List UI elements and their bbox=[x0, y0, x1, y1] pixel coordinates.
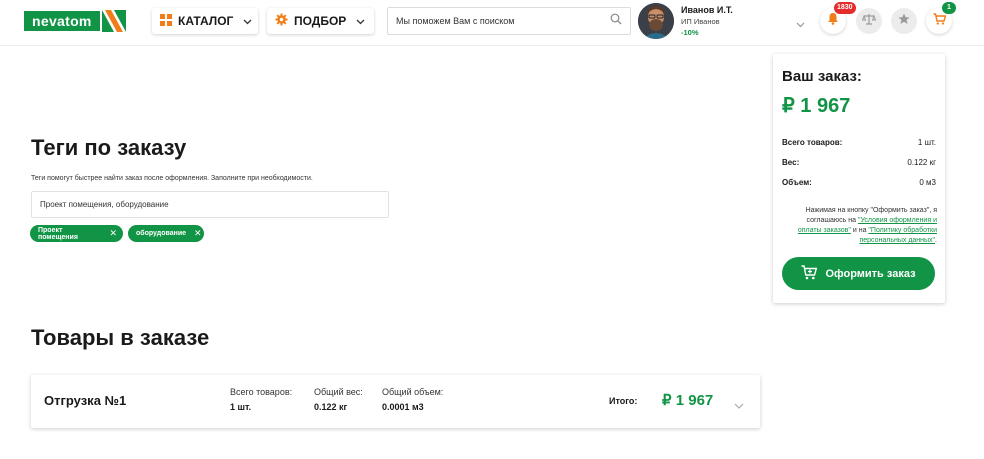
search-box bbox=[387, 7, 631, 35]
cart-icon bbox=[933, 12, 946, 30]
gear-icon bbox=[275, 13, 288, 29]
user-discount: -10% bbox=[681, 28, 699, 37]
catalog-label: КАТАЛОГ bbox=[178, 14, 234, 28]
stat-value: 0.122 кг bbox=[314, 402, 348, 412]
shipment-stat-volume: Общий объем: 0.0001 м3 bbox=[382, 387, 443, 412]
order-agreement-note: Нажимая на кнопку "Оформить заказ", я со… bbox=[781, 206, 937, 246]
tag-chip: оборудование ✕ bbox=[128, 225, 204, 242]
cart-button[interactable]: 1 bbox=[926, 2, 956, 34]
order-row-volume: Объем: 0 м3 bbox=[782, 178, 936, 187]
catalog-button[interactable]: КАТАЛОГ bbox=[152, 8, 258, 34]
order-summary-card: Ваш заказ: ₽ 1 967 Всего товаров: 1 шт. … bbox=[773, 54, 945, 303]
user-name: Иванов И.Т. bbox=[681, 5, 733, 15]
goods-title: Товары в заказе bbox=[31, 325, 210, 350]
cart-icon bbox=[801, 264, 818, 283]
favorites-button[interactable] bbox=[891, 8, 917, 34]
shipment-stat-count: Всего товаров: 1 шт. bbox=[230, 387, 292, 412]
podbor-label: ПОДБОР bbox=[294, 14, 347, 28]
notifications-button[interactable]: 1830 bbox=[820, 2, 856, 34]
stat-value: 1 шт. bbox=[230, 402, 252, 412]
site-header: nevatom КАТАЛОГ ПОДБОР Мы поможем Вам с … bbox=[0, 0, 984, 46]
avatar[interactable] bbox=[638, 3, 674, 39]
user-info[interactable]: Иванов И.Т. ИП Иванов -10% bbox=[681, 5, 733, 37]
tags-title: Теги по заказу bbox=[31, 135, 187, 160]
stat-value: 0.0001 м3 bbox=[382, 402, 424, 412]
shipment-card[interactable]: Отгрузка №1 Всего товаров: 1 шт. Общий в… bbox=[31, 375, 760, 428]
notifications-badge: 1830 bbox=[834, 2, 856, 14]
tags-input[interactable] bbox=[31, 191, 389, 218]
tag-chip-label: Проект помещения bbox=[38, 226, 78, 241]
logo-text: nevatom bbox=[24, 11, 100, 31]
order-row-weight: Вес: 0.122 кг bbox=[782, 158, 936, 167]
stat-label: Общий объем: bbox=[382, 387, 444, 397]
privacy-policy-link[interactable]: "Политику обработки персональных данных" bbox=[859, 227, 937, 244]
chevron-down-icon[interactable] bbox=[796, 15, 805, 33]
order-row-label: Объем: bbox=[782, 178, 812, 187]
shipment-total: ₽ 1 967 bbox=[662, 392, 714, 409]
logo-mark-icon bbox=[101, 10, 126, 32]
shipment-name: Отгрузка №1 bbox=[44, 393, 127, 408]
order-title: Ваш заказ: bbox=[782, 68, 862, 85]
shipment-total-label: Итого: bbox=[609, 396, 638, 406]
scales-icon bbox=[861, 12, 877, 30]
order-row-value: 1 шт. bbox=[917, 138, 936, 147]
note-suffix: . bbox=[935, 237, 937, 244]
tag-chip: Проект помещения ✕ bbox=[30, 225, 123, 242]
stat-label: Всего товаров: bbox=[230, 387, 293, 397]
tags-hint: Теги помогут быстрее найти заказ после о… bbox=[31, 175, 313, 182]
note-middle: и на bbox=[852, 227, 867, 234]
checkout-button-label: Оформить заказ bbox=[825, 267, 916, 280]
search-icon[interactable] bbox=[610, 12, 622, 30]
chevron-down-icon bbox=[356, 14, 365, 28]
order-row-count: Всего товаров: 1 шт. bbox=[782, 138, 936, 147]
close-icon[interactable]: ✕ bbox=[109, 228, 117, 239]
checkout-button[interactable]: Оформить заказ bbox=[782, 257, 935, 290]
order-row-label: Вес: bbox=[782, 158, 800, 167]
chevron-down-icon[interactable] bbox=[734, 396, 744, 414]
star-icon bbox=[898, 12, 910, 30]
user-company: ИП Иванов bbox=[681, 17, 720, 26]
shipment-stat-weight: Общий вес: 0.122 кг bbox=[314, 387, 363, 412]
stat-label: Общий вес: bbox=[314, 387, 363, 397]
cart-badge: 1 bbox=[942, 2, 956, 14]
order-sum: ₽ 1 967 bbox=[782, 95, 851, 117]
podbor-button[interactable]: ПОДБОР bbox=[267, 8, 374, 34]
bell-icon bbox=[827, 12, 839, 30]
chevron-down-icon bbox=[243, 14, 252, 28]
tag-chip-label: оборудование bbox=[136, 230, 187, 237]
order-row-label: Всего товаров: bbox=[782, 138, 843, 147]
compare-button[interactable] bbox=[856, 8, 882, 34]
search-input[interactable] bbox=[396, 16, 610, 26]
close-icon[interactable]: ✕ bbox=[194, 228, 202, 239]
order-row-value: 0.122 кг bbox=[907, 158, 936, 167]
logo[interactable]: nevatom bbox=[24, 10, 126, 32]
order-row-value: 0 м3 bbox=[919, 178, 936, 187]
grid-icon bbox=[160, 13, 172, 29]
